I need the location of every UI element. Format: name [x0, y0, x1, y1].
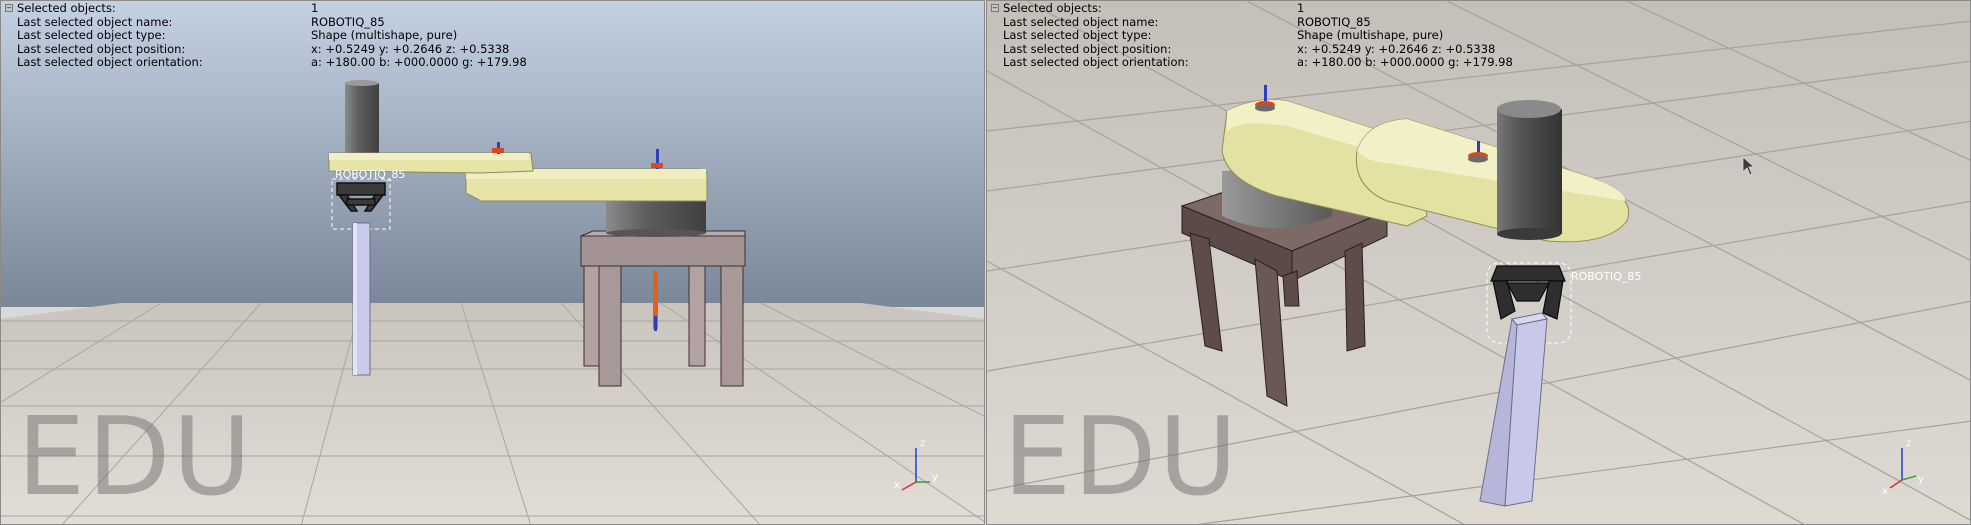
axis-gizmo-icon: z x y	[1882, 438, 1924, 496]
info-value: a: +180.00 b: +000.0000 g: +179.98	[1297, 55, 1513, 69]
info-value: x: +0.5249 y: +0.2646 z: +0.5338	[311, 41, 510, 56]
info-value: Shape (multishape, pure)	[311, 28, 458, 42]
info-label: Last selected object position:	[17, 41, 186, 56]
info-value: ROBOTIQ_85	[1297, 14, 1371, 29]
info-label: Last selected object name:	[1003, 14, 1159, 29]
edu-watermark: EDU	[1003, 395, 1240, 520]
axis-label-y: y	[1918, 474, 1924, 485]
info-value: 1	[311, 1, 319, 15]
info-value: 1	[1297, 1, 1305, 15]
info-value: ROBOTIQ_85	[311, 14, 385, 29]
object-label-gripper[interactable]: ROBOTIQ_85	[335, 168, 405, 181]
info-value: x: +0.5249 y: +0.2646 z: +0.5338	[1297, 41, 1496, 56]
collapse-toggle-icon[interactable]: −	[991, 4, 999, 12]
axis-label-x: x	[1882, 486, 1888, 496]
collapse-toggle-icon[interactable]: −	[5, 4, 13, 12]
info-label: Selected objects:	[17, 1, 116, 15]
info-value: Shape (multishape, pure)	[1297, 28, 1444, 42]
info-label: Last selected object orientation:	[1003, 55, 1189, 69]
axis-label-z: z	[1906, 438, 1911, 449]
axis-label-x: x	[894, 480, 900, 491]
info-label: Last selected object type:	[17, 28, 166, 42]
edu-watermark: EDU	[17, 395, 254, 520]
info-label: Selected objects:	[1003, 1, 1102, 15]
mouse-cursor-icon	[1742, 156, 1756, 176]
object-label-gripper[interactable]: ROBOTIQ_85	[1571, 270, 1641, 283]
info-label: Last selected object orientation:	[17, 55, 203, 69]
axis-label-z: z	[920, 438, 925, 449]
info-label: Last selected object type:	[1003, 28, 1152, 42]
viewport-left[interactable]: ROBOTIQ_85 − Selected objects: 1 Last se…	[0, 0, 985, 525]
axis-label-y: y	[932, 472, 938, 483]
viewport-right[interactable]: ROBOTIQ_85 − Selected objects: 1 Last se…	[986, 0, 1971, 525]
info-label: Last selected object name:	[17, 14, 173, 29]
info-value: a: +180.00 b: +000.0000 g: +179.98	[311, 55, 527, 69]
info-label: Last selected object position:	[1003, 41, 1172, 56]
axis-gizmo-icon: z x y	[894, 438, 938, 491]
